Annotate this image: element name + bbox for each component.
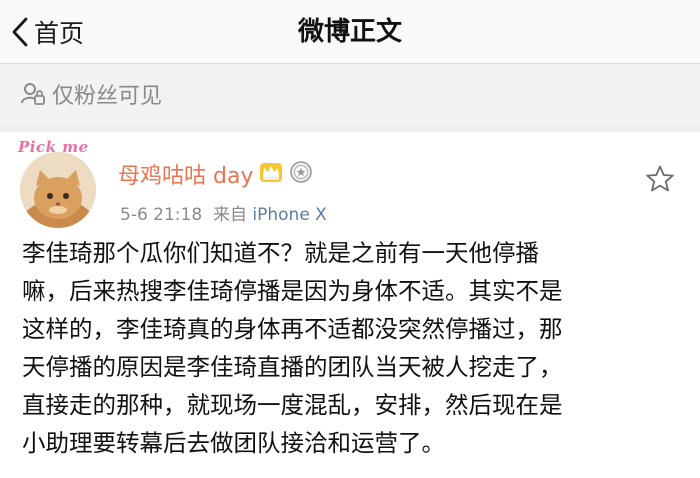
avatar-sticker-text: Pick me <box>18 138 89 156</box>
cat-avatar-image <box>20 152 96 228</box>
post-meta: 5-6 21:18 来自 iPhone X <box>120 200 327 225</box>
post-time: 5-6 21:18 <box>120 205 203 225</box>
favorite-button[interactable] <box>645 164 675 198</box>
medal-badge-icon[interactable] <box>289 160 313 188</box>
weibo-post: Pick me 母鸡咕咕 day 5-6 21:18 来自 iPhone X 李… <box>0 132 700 478</box>
post-source-device[interactable]: iPhone X <box>252 205 326 225</box>
crown-badge-icon[interactable] <box>258 160 284 188</box>
post-text-line: 这样的，李佳琦真的身体再不适都没突然停播过，那 <box>22 315 563 343</box>
star-outline-icon <box>645 165 675 198</box>
visibility-label: 仅粉丝可见 <box>52 84 163 109</box>
visibility-banner: 仅粉丝可见 <box>0 64 700 124</box>
post-text-line: 天停播的原因是李佳琦直播的团队当天被人挖走了， <box>22 353 563 381</box>
post-content: 李佳琦那个瓜你们知道不？就是之前有一天他停播 嘛，后来热搜李佳琦停播是因为身体不… <box>22 234 682 462</box>
post-source-prefix: 来自 <box>212 205 247 225</box>
post-text-line: 李佳琦那个瓜你们知道不？就是之前有一天他停播 <box>22 239 539 267</box>
author-name[interactable]: 母鸡咕咕 day <box>118 158 253 190</box>
post-text-line: 嘛，后来热搜李佳琦停播是因为身体不适。其实不是 <box>22 277 563 305</box>
navigation-bar: 首页 微博正文 <box>0 0 700 64</box>
page-title: 微博正文 <box>297 17 402 47</box>
section-divider <box>0 124 700 132</box>
post-text-line: 直接走的那种，就现场一度混乱，安排，然后现在是 <box>22 391 563 419</box>
author-row: 母鸡咕咕 day <box>118 156 313 192</box>
avatar[interactable] <box>20 152 96 228</box>
person-lock-icon <box>20 81 46 107</box>
post-text-line: 小助理要转幕后去做团队接洽和运营了。 <box>22 429 445 457</box>
